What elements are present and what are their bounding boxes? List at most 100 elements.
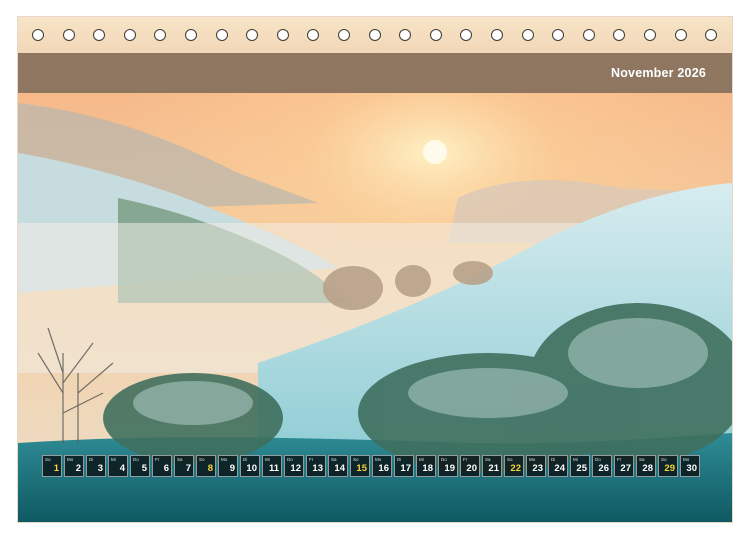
day-number: 3 (97, 463, 103, 474)
binding-hole (705, 29, 718, 41)
weekday-label: Mo (375, 457, 382, 462)
binding-hole (429, 29, 442, 41)
binding-hole (521, 29, 534, 41)
weekday-label: Mi (573, 457, 578, 462)
binding-hole (674, 29, 687, 41)
day-cell: Fr 20 (460, 455, 480, 477)
weekday-label: Do (133, 457, 139, 462)
weekday-label: So (45, 457, 51, 462)
day-cell: Do 26 (592, 455, 612, 477)
month-title: November 2026 (610, 66, 706, 80)
weekday-label: Mi (419, 457, 424, 462)
weekday-label: Sa (177, 457, 183, 462)
day-cell: Do 12 (284, 455, 304, 477)
day-number: 24 (554, 463, 565, 474)
day-cell: Mi 25 (570, 455, 590, 477)
day-cell: Di 10 (240, 455, 260, 477)
day-cell: Di 17 (394, 455, 414, 477)
day-cell: Do 5 (130, 455, 150, 477)
day-number: 21 (488, 463, 499, 474)
binding-hole (123, 29, 136, 41)
day-cell: Sa 7 (174, 455, 194, 477)
day-cell: Mo 30 (680, 455, 700, 477)
day-cell: So 29 (658, 455, 678, 477)
binding-hole (185, 29, 197, 41)
binding-hole (276, 29, 289, 41)
binding-hole (246, 29, 259, 41)
binding-hole (644, 29, 656, 41)
day-number: 17 (400, 463, 411, 474)
binding-hole (32, 29, 44, 41)
weekday-label: Di (243, 457, 248, 462)
sun (423, 140, 447, 164)
weekday-label: Sa (485, 457, 491, 462)
binding-hole (307, 29, 320, 41)
day-cell: Mo 9 (218, 455, 238, 477)
title-bar: November 2026 (18, 53, 732, 93)
day-number: 9 (229, 463, 235, 474)
spiral-binding (18, 17, 732, 53)
day-number: 7 (185, 463, 191, 474)
binding-hole (215, 29, 228, 41)
day-cell: So 8 (196, 455, 216, 477)
binding-hole (338, 29, 350, 41)
day-number: 22 (510, 463, 521, 474)
day-strip: So 1 Mo 2 Di 3 Mi 4 Do 5 Fr 6 Sa 7 So 8 Mo 9 Di 10 Mi 11 Do 12 F… (42, 455, 700, 479)
weekday-label: Di (551, 457, 556, 462)
weekday-label: Sa (639, 457, 645, 462)
day-number: 19 (444, 463, 455, 474)
binding-hole (154, 29, 167, 41)
day-number: 30 (686, 463, 697, 474)
weekday-label: Do (441, 457, 447, 462)
weekday-label: Do (595, 457, 601, 462)
day-cell: Mo 16 (372, 455, 392, 477)
weekday-label: Mo (683, 457, 690, 462)
day-number: 16 (378, 463, 389, 474)
day-cell: Mi 18 (416, 455, 436, 477)
day-cell: So 1 (42, 455, 62, 477)
day-number: 28 (642, 463, 653, 474)
day-number: 29 (664, 463, 675, 474)
binding-hole (460, 29, 473, 41)
day-number: 23 (532, 463, 543, 474)
day-cell: Sa 28 (636, 455, 656, 477)
day-cell: So 22 (504, 455, 524, 477)
day-cell: Fr 27 (614, 455, 634, 477)
weekday-label: Fr (463, 457, 468, 462)
binding-hole (491, 29, 503, 41)
day-number: 15 (356, 463, 367, 474)
day-number: 14 (334, 463, 345, 474)
day-number: 4 (119, 463, 125, 474)
day-number: 2 (75, 463, 81, 474)
weekday-label: Fr (617, 457, 622, 462)
day-number: 18 (422, 463, 433, 474)
binding-hole (93, 29, 106, 41)
weekday-label: So (199, 457, 205, 462)
binding-hole (368, 29, 381, 41)
day-cell: Mo 23 (526, 455, 546, 477)
weekday-label: Sa (331, 457, 337, 462)
day-number: 1 (53, 463, 59, 474)
day-number: 27 (620, 463, 631, 474)
weekday-label: Fr (155, 457, 160, 462)
day-cell: Sa 21 (482, 455, 502, 477)
weekday-label: Di (89, 457, 94, 462)
day-number: 12 (290, 463, 301, 474)
day-cell: So 15 (350, 455, 370, 477)
binding-hole (613, 29, 626, 41)
weekday-label: So (661, 457, 667, 462)
day-cell: Mo 2 (64, 455, 84, 477)
weekday-label: Mo (529, 457, 536, 462)
day-number: 11 (268, 463, 279, 474)
weekday-label: So (507, 457, 513, 462)
day-cell: Fr 6 (152, 455, 172, 477)
weekday-label: So (353, 457, 359, 462)
day-number: 20 (466, 463, 477, 474)
day-number: 8 (207, 463, 213, 474)
day-cell: Mi 11 (262, 455, 282, 477)
weekday-label: Do (287, 457, 293, 462)
weekday-label: Mi (111, 457, 116, 462)
day-number: 13 (312, 463, 323, 474)
day-cell: Fr 13 (306, 455, 326, 477)
day-cell: Sa 14 (328, 455, 348, 477)
